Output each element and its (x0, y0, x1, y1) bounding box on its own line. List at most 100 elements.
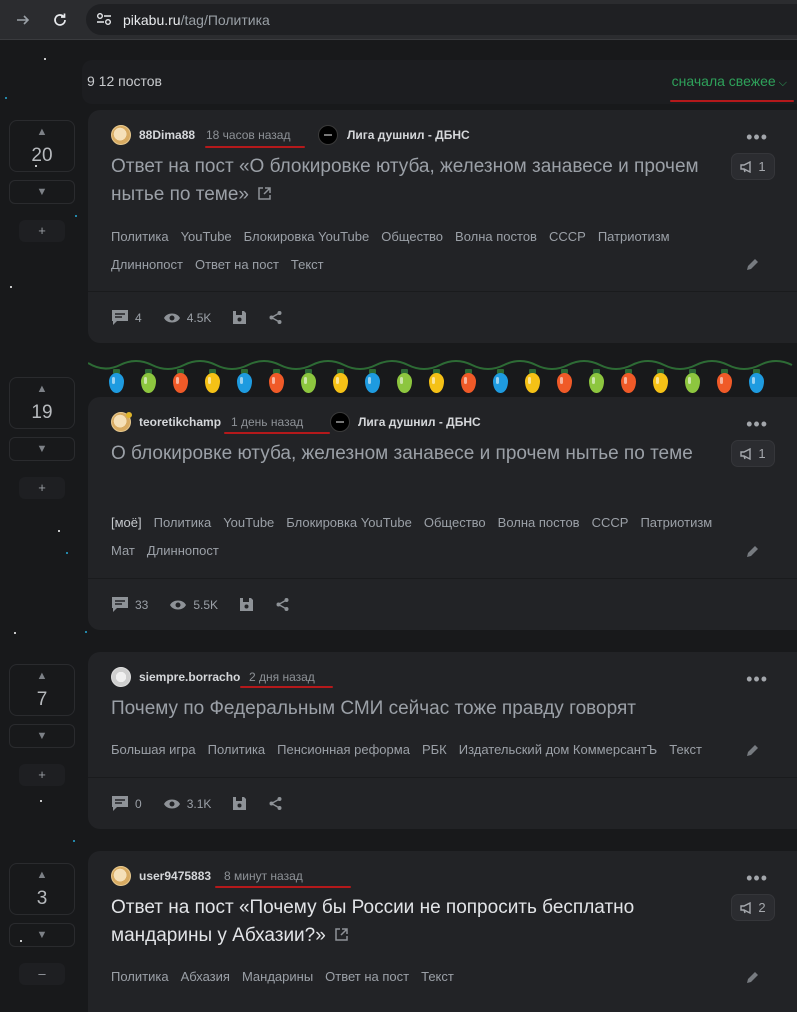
tag[interactable]: Мат (111, 537, 135, 565)
more-options-icon[interactable]: ••• (746, 869, 768, 887)
downvote-button[interactable]: ▼ (9, 180, 75, 204)
comments-button[interactable]: 0 (111, 795, 142, 812)
save-vote-button[interactable]: – (19, 963, 65, 985)
badge-count: 2 (758, 900, 766, 915)
sort-dropdown[interactable]: сначала свежее ⌵ (672, 73, 787, 90)
pencil-icon[interactable] (745, 258, 759, 272)
browser-toolbar: pikabu.ru/tag/Политика (0, 0, 797, 40)
community-name[interactable]: Лига душнил - ДБНС (347, 128, 470, 142)
forward-button[interactable] (11, 8, 35, 32)
avatar[interactable] (111, 667, 131, 687)
tag[interactable]: Политика (154, 509, 212, 537)
save-button[interactable] (232, 796, 247, 811)
save-button[interactable] (232, 310, 247, 325)
post-time[interactable]: 1 день назад (231, 415, 303, 429)
pencil-icon[interactable] (745, 744, 759, 758)
avatar[interactable] (111, 866, 131, 886)
community-icon[interactable] (318, 125, 338, 145)
address-bar[interactable]: pikabu.ru/tag/Политика (86, 4, 797, 35)
reload-button[interactable] (48, 8, 72, 32)
post-title-text[interactable]: О блокировке ютуба, железном занавесе и … (111, 443, 693, 464)
author-name[interactable]: teoretikchamp (139, 415, 221, 429)
post-title-text[interactable]: Почему по Федеральным СМИ сейчас тоже пр… (111, 698, 636, 719)
more-options-icon[interactable]: ••• (746, 128, 768, 146)
tag[interactable]: YouTube (181, 223, 232, 251)
tag[interactable]: Издательский дом КоммерсантЪ (459, 736, 658, 764)
pencil-icon[interactable] (745, 971, 759, 985)
upvote-button[interactable]: ▲ (10, 869, 74, 881)
tag[interactable]: Общество (381, 223, 443, 251)
tag[interactable]: YouTube (223, 509, 274, 537)
site-settings-icon[interactable] (96, 12, 112, 26)
tag[interactable]: Ответ на пост (325, 963, 409, 991)
tag[interactable]: Блокировка YouTube (244, 223, 370, 251)
bulb (716, 369, 733, 394)
tag[interactable]: Политика (208, 736, 266, 764)
tag[interactable]: Ответ на пост (195, 251, 279, 279)
vote-count: 3 (36, 888, 48, 909)
share-button[interactable] (275, 597, 290, 612)
downvote-button[interactable]: ▼ (9, 437, 75, 461)
save-vote-button[interactable]: + (19, 764, 65, 786)
tag[interactable]: Волна постов (455, 223, 537, 251)
tag[interactable]: Текст (669, 736, 702, 764)
tag[interactable]: Волна постов (498, 509, 580, 537)
tag[interactable]: Текст (291, 251, 324, 279)
downvote-button[interactable]: ▼ (9, 724, 75, 748)
share-button[interactable] (268, 796, 283, 811)
tag[interactable]: Абхазия (181, 963, 230, 991)
reply-count-badge[interactable]: 1 (731, 440, 775, 467)
save-button[interactable] (239, 597, 254, 612)
post-time[interactable]: 8 минут назад (224, 869, 303, 883)
avatar[interactable] (111, 412, 132, 432)
tag[interactable]: Политика (111, 963, 169, 991)
tag-mine[interactable]: [моё] (111, 509, 142, 537)
tag[interactable]: Общество (424, 509, 486, 537)
tag[interactable]: Текст (421, 963, 454, 991)
community-name[interactable]: Лига душнил - ДБНС (358, 415, 481, 429)
tag[interactable]: Патриотизм (640, 509, 712, 537)
post-time[interactable]: 18 часов назад (206, 128, 290, 142)
upvote-button[interactable]: ▲ (10, 670, 74, 682)
post-title[interactable]: Ответ на пост «О блокировке ютуба, желез… (111, 153, 701, 209)
save-vote-button[interactable]: + (19, 220, 65, 242)
post-time[interactable]: 2 дня назад (249, 670, 315, 684)
avatar[interactable] (111, 125, 131, 145)
post-title[interactable]: О блокировке ютуба, железном занавесе и … (111, 440, 701, 468)
author-name[interactable]: 88Dima88 (139, 128, 195, 142)
community-icon[interactable] (330, 412, 350, 432)
more-options-icon[interactable]: ••• (746, 415, 768, 433)
tag[interactable]: Пенсионная реформа (277, 736, 410, 764)
upvote-button[interactable]: ▲ (10, 126, 74, 138)
tag[interactable]: СССР (549, 223, 586, 251)
post-title[interactable]: Ответ на пост «Почему бы России не попро… (111, 894, 701, 950)
pencil-icon[interactable] (745, 545, 759, 559)
floppy-disk-icon (233, 797, 247, 810)
post-title[interactable]: Почему по Федеральным СМИ сейчас тоже пр… (111, 695, 701, 723)
save-vote-button[interactable]: + (19, 477, 65, 499)
more-options-icon[interactable]: ••• (746, 670, 768, 688)
comments-button[interactable]: 4 (111, 309, 142, 326)
tag[interactable]: Мандарины (242, 963, 313, 991)
post-card: siempre.borracho 2 дня назад ••• Почему … (88, 652, 797, 829)
upvote-button[interactable]: ▲ (10, 383, 74, 395)
tag[interactable]: СССР (592, 509, 629, 537)
downvote-button[interactable]: ▼ (9, 923, 75, 947)
external-link-icon[interactable] (334, 927, 349, 942)
comments-button[interactable]: 33 (111, 596, 148, 613)
tag[interactable]: Длиннопост (147, 537, 219, 565)
tag[interactable]: Патриотизм (598, 223, 670, 251)
tag[interactable]: Большая игра (111, 736, 196, 764)
reply-count-badge[interactable]: 1 (731, 153, 775, 180)
external-link-icon[interactable] (257, 186, 272, 201)
author-name[interactable]: siempre.borracho (139, 670, 240, 684)
tag[interactable]: Политика (111, 223, 169, 251)
share-button[interactable] (268, 310, 283, 325)
tag[interactable]: РБК (422, 736, 447, 764)
reply-count-badge[interactable]: 2 (731, 894, 775, 921)
tag[interactable]: Длиннопост (111, 251, 183, 279)
post-title-text[interactable]: Ответ на пост «О блокировке ютуба, желез… (111, 156, 699, 205)
post-title-text[interactable]: Ответ на пост «Почему бы России не попро… (111, 897, 634, 946)
author-name[interactable]: user9475883 (139, 869, 211, 883)
tag[interactable]: Блокировка YouTube (286, 509, 412, 537)
